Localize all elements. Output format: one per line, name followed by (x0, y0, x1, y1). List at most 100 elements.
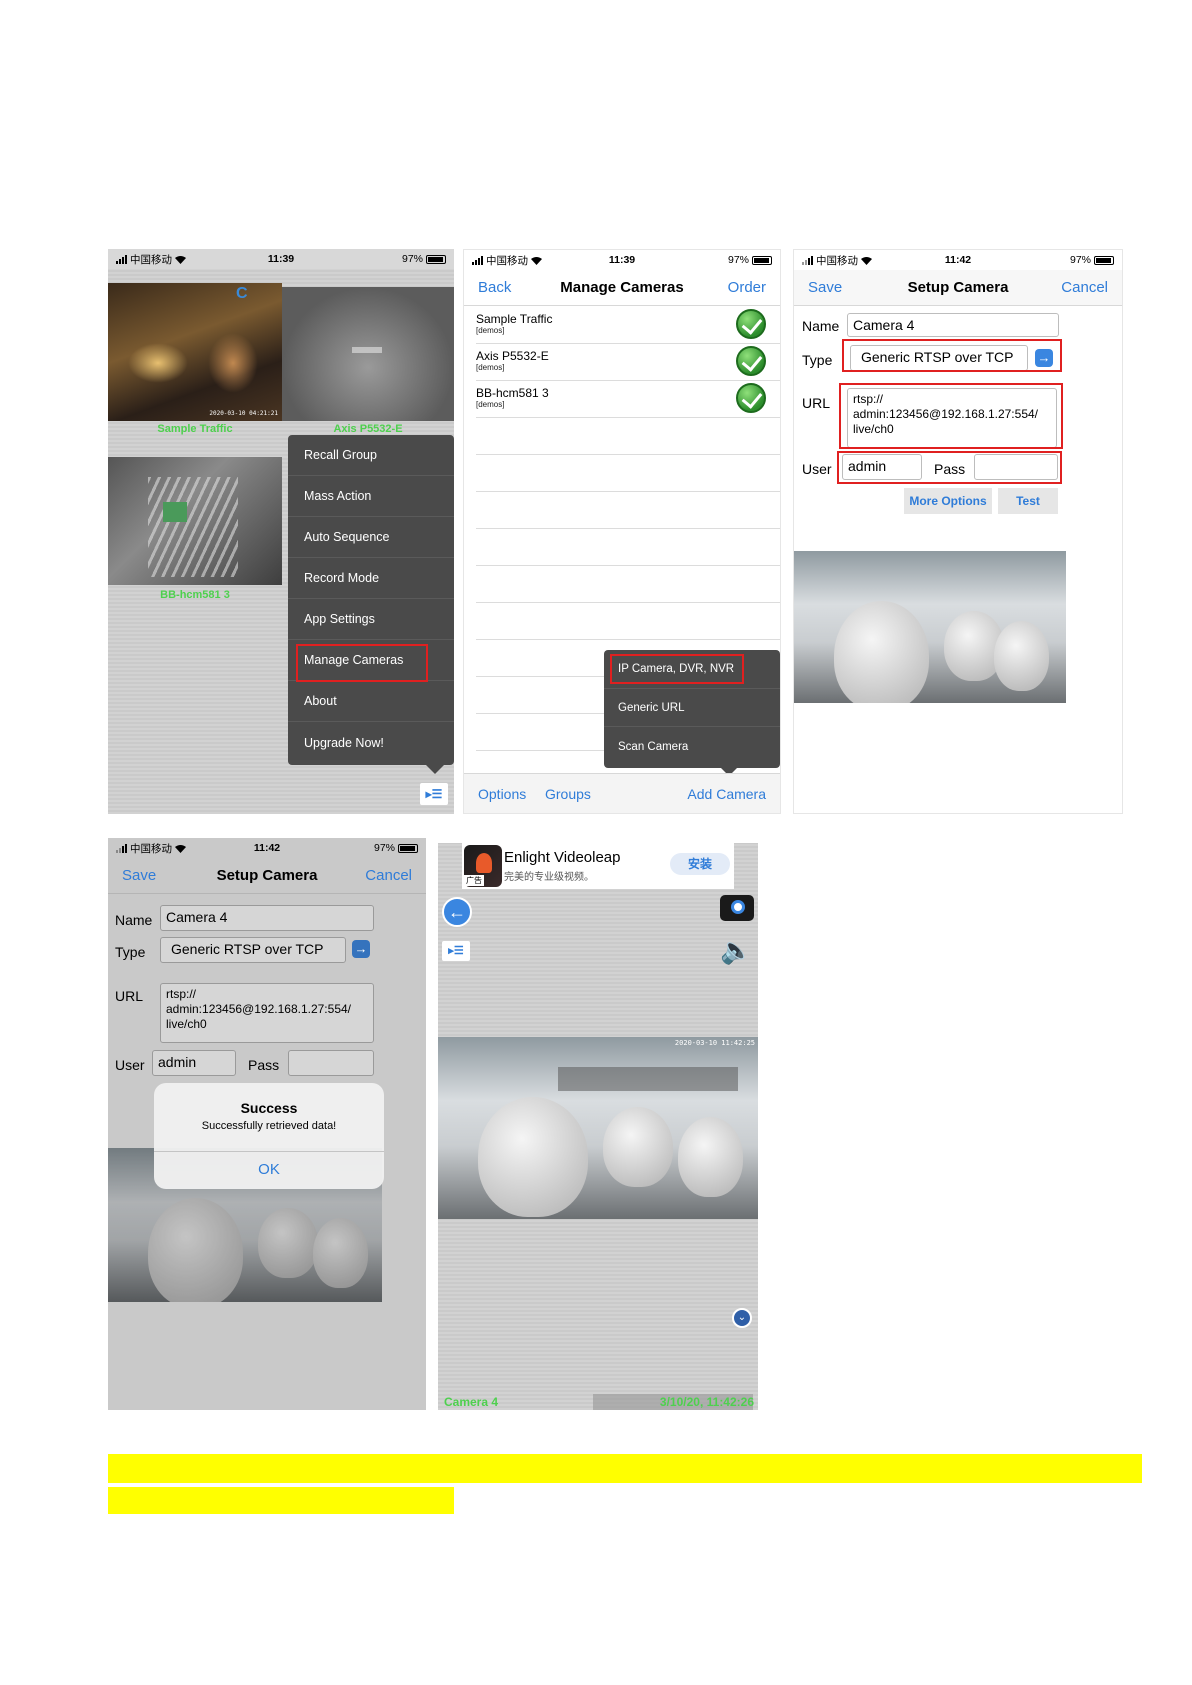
save-button[interactable]: Save (122, 867, 156, 884)
logo-icon: C (236, 285, 248, 302)
screen-manage-cameras: 中国移动 11:39 97% Back Manage Cameras Order… (463, 249, 781, 814)
nav-bar: Back Manage Cameras Order (464, 270, 780, 306)
highlight-bar (108, 1487, 454, 1514)
camera-label: Sample Traffic (157, 423, 233, 435)
highlight-box (839, 383, 1063, 449)
popup-item-scan-camera[interactable]: Scan Camera (604, 727, 780, 766)
ad-title: Enlight Videoleap (504, 849, 621, 866)
ad-subtitle: 完美的专业级视频。 (504, 872, 594, 883)
type-select[interactable]: Generic RTSP over TCP (160, 937, 346, 963)
alert-message: Successfully retrieved data! (201, 1120, 337, 1132)
bottom-toolbar: Options Groups Add Camera (464, 773, 780, 813)
highlight-bar (108, 1454, 1142, 1483)
menu-list-icon[interactable]: ▸☰ (420, 783, 448, 805)
check-icon (736, 346, 766, 376)
empty-row (476, 455, 780, 492)
empty-row (476, 418, 780, 455)
url-field[interactable]: rtsp:// admin:123456@192.168.1.27:554/ l… (160, 983, 374, 1043)
user-field[interactable]: admin (152, 1050, 236, 1076)
menu-item-record-mode[interactable]: Record Mode (288, 558, 454, 599)
battery-icon (1094, 255, 1114, 265)
video-timestamp: 2020-03-10 11:42:25 (674, 1039, 755, 1047)
menu-item-recall-group[interactable]: Recall Group (288, 435, 454, 476)
cancel-button[interactable]: Cancel (365, 867, 412, 884)
menu-item-app-settings[interactable]: App Settings (288, 599, 454, 640)
main-menu: Recall Group Mass Action Auto Sequence R… (288, 435, 454, 765)
status-bar: 中国移动 11:42 97% (108, 838, 426, 858)
camera-label: Axis P5532-E (333, 423, 403, 435)
alert-title: Success (240, 1100, 298, 1116)
highlight-box (610, 654, 744, 684)
speaker-icon[interactable]: 🔈 (720, 935, 754, 965)
install-button[interactable]: 安装 (670, 853, 730, 875)
highlight-box (837, 451, 1062, 484)
menu-item-auto-sequence[interactable]: Auto Sequence (288, 517, 454, 558)
status-bar: 中国移动 11:42 97% (794, 250, 1122, 270)
empty-row (476, 492, 780, 529)
user-label: User (802, 461, 832, 477)
highlight-box (842, 339, 1062, 372)
nav-bar: Save Setup Camera Cancel (794, 270, 1122, 306)
menu-list-icon[interactable]: ▸☰ (442, 941, 470, 961)
menu-pointer (426, 765, 444, 774)
camera-tile-bb-hcm581[interactable] (108, 457, 282, 585)
type-label: Type (802, 352, 833, 368)
save-button[interactable]: Save (808, 279, 842, 296)
camera-row[interactable]: Sample Traffic [demos] (476, 307, 780, 344)
more-options-button[interactable]: More Options (904, 488, 992, 514)
popup-item-generic-url[interactable]: Generic URL (604, 689, 780, 727)
back-arrow-icon[interactable]: ← (442, 897, 472, 927)
test-button[interactable]: Test (998, 488, 1058, 514)
camera-preview (794, 551, 1066, 703)
menu-item-mass-action[interactable]: Mass Action (288, 476, 454, 517)
highlight-box (296, 644, 428, 682)
camera-row[interactable]: Axis P5532-E [demos] (476, 344, 780, 381)
camera-tile-axis[interactable] (282, 287, 454, 421)
camera-row[interactable]: BB-hcm581 3 [demos] (476, 381, 780, 418)
back-button[interactable]: Back (478, 279, 511, 296)
check-icon (736, 383, 766, 413)
menu-item-about[interactable]: About (288, 681, 454, 722)
type-label: Type (115, 944, 146, 960)
ok-button[interactable]: OK (154, 1161, 384, 1178)
ad-banner[interactable]: 广告 Enlight Videoleap 完美的专业级视频。 安装 (462, 843, 734, 889)
name-field[interactable]: Camera 4 (160, 905, 374, 931)
battery-icon (752, 255, 772, 265)
success-alert: Success Successfully retrieved data! OK (154, 1083, 384, 1189)
check-icon (736, 309, 766, 339)
empty-row (476, 566, 780, 603)
camera-tile-sample-traffic[interactable]: C 2020-03-10 04:21:21 (108, 283, 282, 421)
add-camera-button[interactable]: Add Camera (687, 786, 766, 802)
empty-row (476, 603, 780, 640)
camera-name-label: Camera 4 (444, 1395, 499, 1409)
chevron-down-icon[interactable]: ⌄ (732, 1308, 752, 1328)
status-bar: 中国移动 11:39 97% (464, 250, 780, 270)
name-label: Name (115, 912, 153, 928)
camera-label: BB-hcm581 3 (160, 589, 230, 601)
url-label: URL (115, 988, 144, 1004)
cancel-button[interactable]: Cancel (1061, 279, 1108, 296)
screen-live-view: 广告 Enlight Videoleap 完美的专业级视频。 安装 ← ▸☰ 🔈… (438, 843, 758, 1410)
pass-field[interactable] (288, 1050, 374, 1076)
empty-row (476, 529, 780, 566)
battery-icon (398, 843, 418, 853)
datetime-label: 3/10/20, 11:42:26 (659, 1395, 754, 1409)
battery-icon (426, 254, 446, 264)
screen-setup-success: 中国移动 11:42 97% Save Setup Camera Cancel … (108, 838, 426, 1410)
video-feed: 2020-03-10 11:42:25 (438, 1037, 758, 1219)
nav-bar: Save Setup Camera Cancel (108, 858, 426, 894)
screen-setup-camera: 中国移动 11:42 97% Save Setup Camera Cancel … (793, 249, 1123, 814)
name-label: Name (802, 318, 840, 334)
name-field[interactable]: Camera 4 (847, 313, 1059, 337)
screen-camera-grid: 中国移动 11:39 97% C 2020-03-10 04:21:21 Sam… (108, 249, 454, 814)
order-button[interactable]: Order (728, 279, 766, 296)
menu-item-upgrade[interactable]: Upgrade Now! (288, 722, 454, 763)
pass-label: Pass (248, 1057, 280, 1073)
options-button[interactable]: Options (478, 786, 526, 802)
url-label: URL (802, 395, 831, 411)
status-bar: 中国移动 11:39 97% (108, 249, 454, 269)
type-arrow-icon[interactable]: → (352, 940, 370, 958)
user-label: User (115, 1057, 145, 1073)
camera-icon[interactable] (720, 895, 754, 921)
groups-button[interactable]: Groups (545, 786, 591, 802)
